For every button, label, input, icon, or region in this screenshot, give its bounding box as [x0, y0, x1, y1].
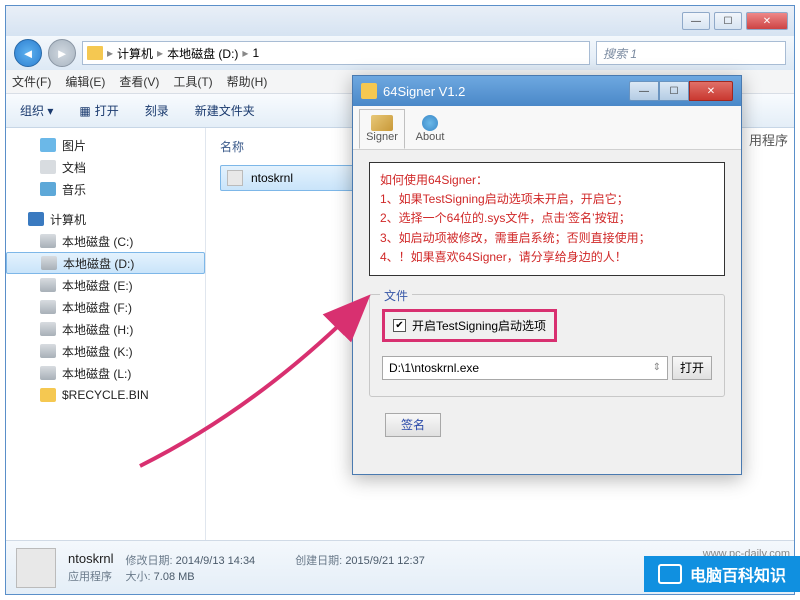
detail-modified: 2014/9/13 14:34	[176, 555, 256, 567]
drive-icon	[40, 234, 56, 248]
file-legend: 文件	[380, 287, 412, 304]
detail-size: 7.08 MB	[154, 571, 195, 583]
music-icon	[40, 182, 56, 196]
bc-drive[interactable]: 本地磁盘 (D:)	[167, 45, 238, 62]
file-groupbox: 文件 ✔ 开启TestSigning启动选项 D:\1\ntoskrnl.exe…	[369, 294, 725, 397]
sidebar-documents[interactable]: 文档	[6, 156, 205, 178]
dialog-maximize-button[interactable]: ☐	[659, 81, 689, 101]
sidebar-music[interactable]: 音乐	[6, 178, 205, 200]
address-bar: ◄ ► ▸ 计算机 ▸ 本地磁盘 (D:) ▸ 1 搜索 1	[6, 36, 794, 70]
computer-icon	[28, 212, 44, 226]
sidebar-pictures[interactable]: 图片	[6, 134, 205, 156]
testsigning-checkbox-row[interactable]: ✔ 开启TestSigning启动选项	[382, 309, 557, 342]
sidebar-recycle[interactable]: $RECYCLE.BIN	[6, 384, 205, 406]
back-button[interactable]: ◄	[14, 39, 42, 67]
pictures-icon	[40, 138, 56, 152]
open-file-button[interactable]: 打开	[672, 356, 712, 380]
dialog-title: 64Signer V1.2	[383, 84, 623, 99]
menu-tools[interactable]: 工具(T)	[173, 73, 212, 90]
menu-view[interactable]: 查看(V)	[119, 73, 159, 90]
testsigning-label: 开启TestSigning启动选项	[412, 317, 546, 334]
sidebar-drive-e[interactable]: 本地磁盘 (E:)	[6, 274, 205, 296]
drive-icon	[40, 300, 56, 314]
dialog-titlebar[interactable]: 64Signer V1.2 — ☐ ✕	[353, 76, 741, 106]
instructions-box: 如何使用64Signer： 1、如果TestSigning启动选项未开启，开启它…	[369, 162, 725, 276]
search-input[interactable]: 搜索 1	[596, 41, 786, 65]
dialog-tabs: Signer About	[353, 106, 741, 150]
close-button[interactable]: ✕	[746, 12, 788, 30]
maximize-button[interactable]: ☐	[714, 12, 742, 30]
newfolder-button[interactable]: 新建文件夹	[189, 99, 261, 122]
menu-file[interactable]: 文件(F)	[12, 73, 51, 90]
side-watermark: 用程序	[749, 130, 788, 149]
signer-dialog: 64Signer V1.2 — ☐ ✕ Signer About 如何使用64S…	[352, 75, 742, 475]
sidebar-drive-h[interactable]: 本地磁盘 (H:)	[6, 318, 205, 340]
detail-name: ntoskrnl	[68, 551, 114, 566]
detail-type: 应用程序	[68, 568, 114, 584]
burn-button[interactable]: 刻录	[139, 99, 175, 122]
drive-icon	[41, 256, 57, 270]
bc-folder[interactable]: 1	[252, 46, 259, 60]
menu-help[interactable]: 帮助(H)	[227, 73, 268, 90]
drive-icon	[40, 344, 56, 358]
file-path-input[interactable]: D:\1\ntoskrnl.exe ⇕	[382, 356, 668, 380]
breadcrumb[interactable]: ▸ 计算机 ▸ 本地磁盘 (D:) ▸ 1	[82, 41, 590, 65]
menu-edit[interactable]: 编辑(E)	[65, 73, 105, 90]
file-item-ntoskrnl[interactable]: ntoskrnl	[220, 165, 360, 191]
tab-about[interactable]: About	[407, 109, 453, 149]
sidebar-drive-l[interactable]: 本地磁盘 (L:)	[6, 362, 205, 384]
drive-icon	[40, 366, 56, 380]
folder-icon	[87, 46, 103, 60]
monitor-icon	[658, 564, 682, 584]
explorer-titlebar: — ☐ ✕	[6, 6, 794, 36]
brand-watermark: 电脑百科知识	[644, 556, 800, 592]
tab-signer[interactable]: Signer	[359, 109, 405, 149]
exe-icon	[227, 170, 243, 186]
checkbox-icon[interactable]: ✔	[393, 319, 406, 332]
sidebar-drive-k[interactable]: 本地磁盘 (K:)	[6, 340, 205, 362]
detail-created: 2015/9/21 12:37	[345, 555, 425, 567]
forward-button[interactable]: ►	[48, 39, 76, 67]
sidebar-drive-c[interactable]: 本地磁盘 (C:)	[6, 230, 205, 252]
file-large-icon	[16, 548, 56, 588]
minimize-button[interactable]: —	[682, 12, 710, 30]
sidebar-drive-d[interactable]: 本地磁盘 (D:)	[6, 252, 205, 274]
bc-root[interactable]: 计算机	[117, 45, 153, 62]
spinner-icon[interactable]: ⇕	[653, 362, 661, 373]
folder-icon	[40, 388, 56, 402]
drive-icon	[40, 278, 56, 292]
dialog-close-button[interactable]: ✕	[689, 81, 733, 101]
sidebar-drive-f[interactable]: 本地磁盘 (F:)	[6, 296, 205, 318]
dialog-minimize-button[interactable]: —	[629, 81, 659, 101]
sign-button[interactable]: 签名	[385, 413, 441, 437]
organize-button[interactable]: 组织 ▾	[14, 99, 59, 122]
documents-icon	[40, 160, 56, 174]
app-icon	[361, 83, 377, 99]
pen-icon	[371, 115, 393, 131]
sidebar: 图片 文档 音乐 计算机 本地磁盘 (C:) 本地磁盘 (D:) 本地磁盘 (E…	[6, 128, 206, 540]
drive-icon	[40, 322, 56, 336]
open-button[interactable]: ▦ 打开	[73, 99, 124, 122]
info-icon	[422, 115, 438, 131]
sidebar-computer[interactable]: 计算机	[6, 208, 205, 230]
